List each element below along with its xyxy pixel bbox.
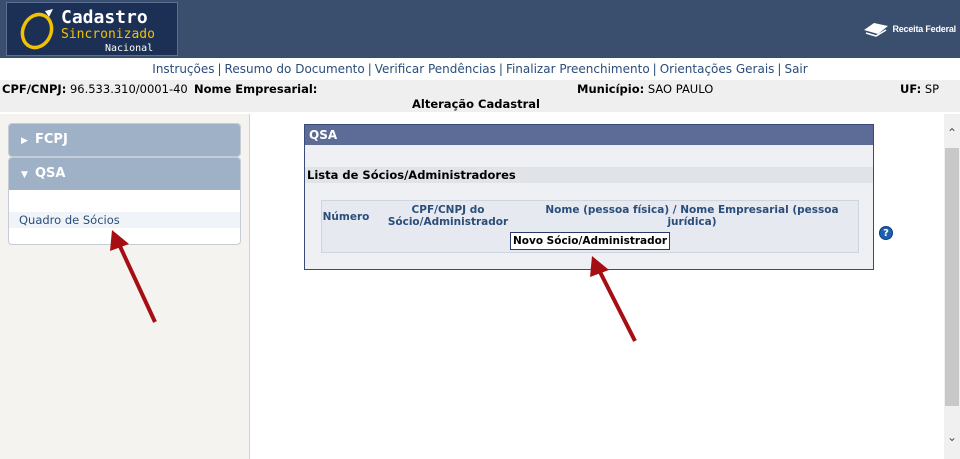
- sidebar-link-quadro-socios[interactable]: Quadro de Sócios: [9, 212, 240, 228]
- municipio-info: Município: SAO PAULO: [577, 82, 713, 96]
- column-header-cpf-cnpj: CPF/CNPJ do Sócio/Administrador: [387, 204, 509, 228]
- caret-down-icon: ▼: [21, 170, 28, 180]
- sidebar-header-label: FCPJ: [35, 132, 68, 147]
- qsa-panel-title: QSA: [305, 125, 873, 145]
- sidebar: ▶ FCPJ ▼ QSA Quadro de Sócios: [0, 114, 250, 459]
- scroll-down-icon[interactable]: ⌄: [944, 426, 960, 448]
- nav-instrucoes[interactable]: Instruções: [152, 62, 214, 76]
- sidebar-panel-body: Quadro de Sócios: [9, 190, 240, 234]
- scroll-thumb[interactable]: [945, 148, 959, 406]
- sidebar-header-label: QSA: [35, 166, 66, 181]
- vertical-scrollbar[interactable]: ⌃ ⌄: [944, 114, 960, 459]
- help-icon[interactable]: ?: [879, 226, 893, 240]
- nav-finalizar-preenchimento[interactable]: Finalizar Preenchimento: [506, 62, 650, 76]
- nav-verificar-pendencias[interactable]: Verificar Pendências: [375, 62, 496, 76]
- novo-socio-button[interactable]: Novo Sócio/Administrador: [510, 232, 670, 250]
- logo-line-2: Sincronizado: [61, 27, 155, 42]
- receita-federal-brand: Receita Federal: [862, 19, 956, 39]
- sidebar-panel-qsa: ▼ QSA Quadro de Sócios: [8, 157, 241, 245]
- caret-right-icon: ▶: [21, 136, 28, 146]
- municipio-label: Município:: [577, 82, 645, 96]
- municipio-value: SAO PAULO: [647, 82, 714, 96]
- socios-table: Número CPF/CNPJ do Sócio/Administrador N…: [321, 200, 859, 253]
- column-header-numero: Número: [322, 211, 370, 223]
- app-header: Cadastro Sincronizado Nacional Receita F…: [0, 0, 960, 58]
- sidebar-header-qsa[interactable]: ▼ QSA: [9, 158, 240, 190]
- cpf-cnpj-value: 96.533.310/0001-40: [69, 82, 188, 96]
- uf-label: UF:: [900, 82, 922, 96]
- cpf-cnpj-info: CPF/CNPJ: 96.533.310/0001-40: [2, 82, 188, 96]
- uf-value: SP: [924, 82, 940, 96]
- column-header-nome: Nome (pessoa física) / Nome Empresarial …: [545, 204, 839, 228]
- scroll-up-icon[interactable]: ⌃: [944, 122, 960, 144]
- nome-empresarial-info: Nome Empresarial:: [194, 82, 317, 96]
- uf-info: UF: SP: [900, 82, 939, 96]
- logo-line-3: Nacional: [105, 43, 154, 54]
- sidebar-panel-fcpj: ▶ FCPJ: [8, 123, 241, 157]
- info-bar: CPF/CNPJ: 96.533.310/0001-40 Nome Empres…: [0, 80, 960, 112]
- nav-resumo-documento[interactable]: Resumo do Documento: [225, 62, 365, 76]
- sidebar-header-fcpj[interactable]: ▶ FCPJ: [9, 124, 240, 156]
- cpf-cnpj-label: CPF/CNPJ:: [2, 82, 67, 96]
- nav-orientacoes-gerais[interactable]: Orientações Gerais: [660, 62, 775, 76]
- nome-empresarial-label: Nome Empresarial:: [194, 82, 318, 96]
- page-title: Alteração Cadastral: [412, 97, 540, 111]
- cadastro-sincronizado-logo: Cadastro Sincronizado Nacional: [6, 2, 178, 56]
- receita-federal-emblem-icon: [864, 23, 889, 37]
- qsa-list-subtitle: Lista de Sócios/Administradores: [305, 167, 873, 183]
- logo-line-1: Cadastro: [61, 7, 148, 28]
- nav-sair[interactable]: Sair: [784, 62, 807, 76]
- logo-ring-icon: [20, 9, 54, 50]
- qsa-panel: QSA Lista de Sócios/Administradores Núme…: [304, 124, 874, 270]
- receita-federal-label: Receita Federal: [892, 24, 956, 34]
- top-nav: Instruções | Resumo do Documento | Verificar…: [152, 62, 808, 76]
